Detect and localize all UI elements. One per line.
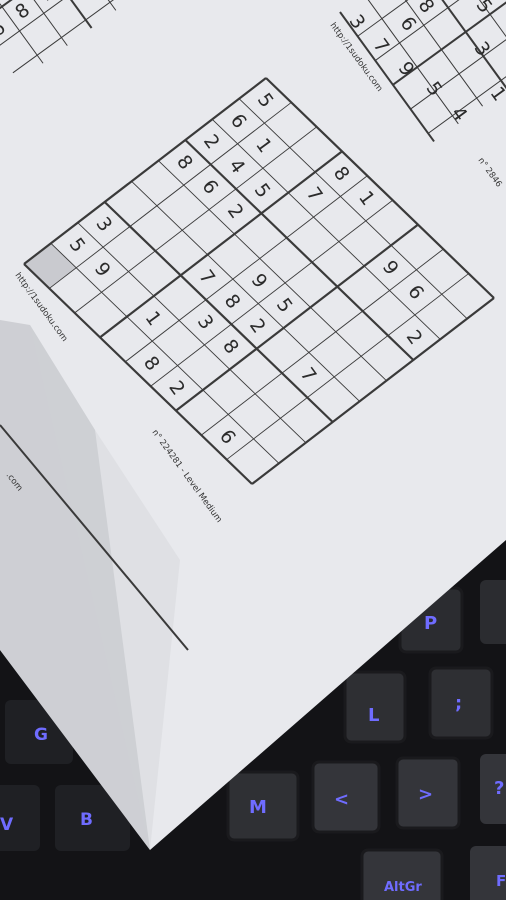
key-v-label: V — [0, 815, 14, 835]
key-b-label: B — [80, 810, 93, 830]
key-g-label: G — [34, 725, 48, 745]
key-p-label: P — [424, 613, 437, 634]
key-semicolon-label: ; — [455, 693, 462, 714]
key-slash-label: ? — [494, 778, 504, 799]
key-period: > — [395, 756, 461, 830]
key-comma-label: < — [334, 789, 349, 810]
key-slash: ? — [480, 754, 506, 824]
key-l: L — [343, 670, 407, 744]
key-altgr: AltGr — [360, 848, 444, 900]
key-bracket — [480, 580, 506, 644]
key-semicolon: ; — [428, 666, 494, 740]
key-v: V — [0, 785, 40, 851]
key-m: M — [226, 770, 300, 842]
key-m-label: M — [249, 797, 267, 818]
key-altgr-label: AltGr — [384, 880, 422, 895]
key-l-label: L — [368, 705, 379, 726]
key-f-label: F — [496, 872, 506, 890]
key-period-label: > — [418, 784, 433, 805]
photo-scene: P L ; G B V M < > ? AltGr F .com 6 8 3 7… — [0, 0, 506, 900]
key-f: F — [470, 846, 506, 900]
key-comma: < — [311, 760, 381, 834]
